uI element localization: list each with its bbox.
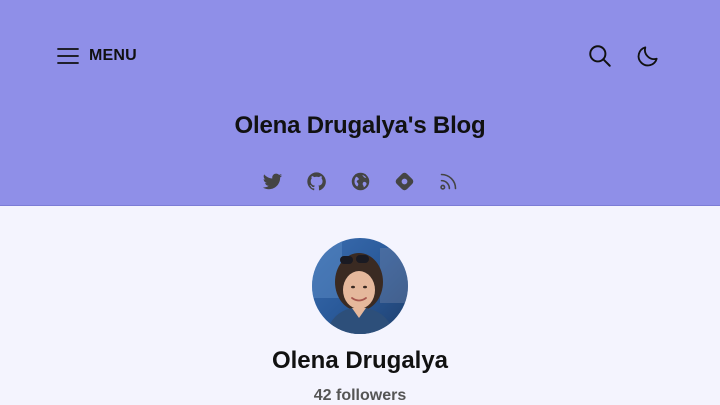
followers-count[interactable]: 42 followers bbox=[0, 387, 720, 405]
menu-label: MENU bbox=[89, 47, 137, 64]
author-avatar[interactable] bbox=[312, 238, 408, 334]
moon-icon bbox=[637, 46, 658, 67]
hamburger-icon bbox=[57, 48, 79, 64]
social-links bbox=[0, 170, 720, 192]
twitter-icon bbox=[262, 173, 282, 189]
github-icon bbox=[306, 171, 326, 190]
rss-link[interactable] bbox=[437, 170, 459, 192]
search-button[interactable] bbox=[586, 42, 614, 70]
blog-header: MENU Olena Drugalya's Blog bbox=[0, 0, 720, 206]
rss-icon bbox=[439, 173, 456, 190]
blog-title[interactable]: Olena Drugalya's Blog bbox=[0, 112, 720, 140]
github-link[interactable] bbox=[305, 170, 327, 192]
globe-icon bbox=[351, 172, 369, 190]
search-icon bbox=[589, 45, 611, 67]
author-name[interactable]: Olena Drugalya bbox=[0, 347, 720, 375]
twitter-link[interactable] bbox=[261, 170, 283, 192]
website-link[interactable] bbox=[349, 170, 371, 192]
hashnode-icon bbox=[395, 172, 413, 190]
theme-toggle-button[interactable] bbox=[634, 42, 662, 70]
hashnode-link[interactable] bbox=[393, 170, 415, 192]
menu-button[interactable]: MENU bbox=[56, 42, 137, 70]
profile-photo bbox=[312, 238, 408, 334]
